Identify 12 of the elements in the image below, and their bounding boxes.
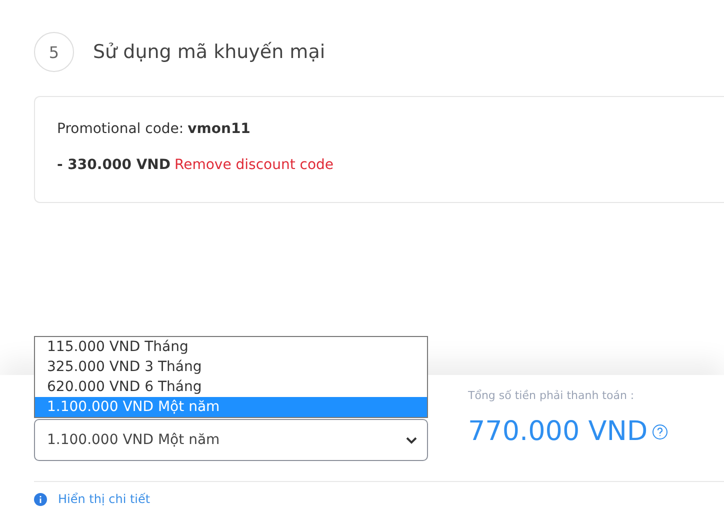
remove-discount-link[interactable]: Remove discount code: [174, 157, 334, 173]
plan-select[interactable]: 1.100.000 VND Một năm: [34, 419, 428, 461]
discount-amount: - 330.000 VND: [57, 157, 170, 173]
promo-code: vmon11: [188, 121, 250, 137]
promo-label: Promotional code:: [57, 121, 184, 137]
chevron-down-icon: [406, 436, 417, 444]
total-amount: 770.000 VND: [468, 416, 648, 447]
help-icon[interactable]: [652, 424, 668, 440]
info-icon: [34, 492, 47, 506]
section-title: Sử dụng mã khuyến mại: [93, 41, 326, 63]
total-label: Tổng số tiền phải thanh toán :: [468, 389, 636, 402]
step-number: 5: [34, 32, 74, 72]
